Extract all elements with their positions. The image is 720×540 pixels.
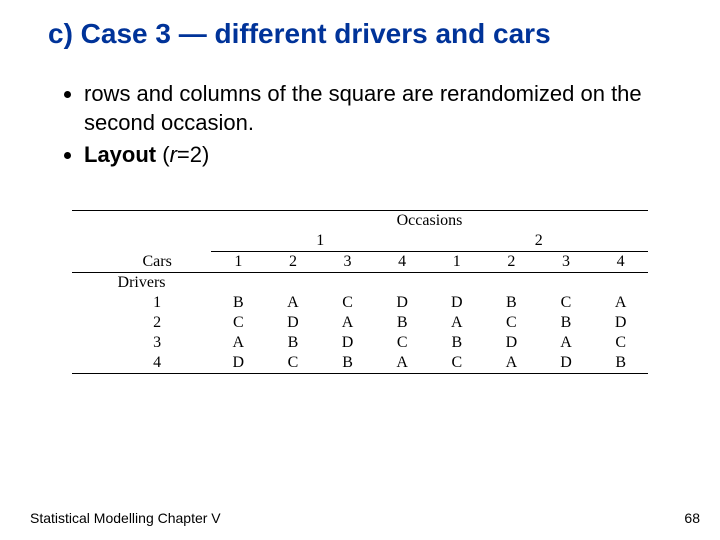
occasions-header: Occasions: [211, 211, 648, 232]
layout-paren-open: (: [156, 142, 169, 167]
slide-title: c) Case 3 — different drivers and cars: [48, 18, 700, 50]
driver-id: 3: [103, 333, 211, 353]
bullet-list: rows and columns of the square are reran…: [60, 80, 680, 174]
layout-eq: =2): [177, 142, 209, 167]
cars-label: Cars: [103, 252, 211, 273]
car-col: 1: [211, 252, 266, 273]
driver-id: 1: [103, 293, 211, 313]
car-col: 4: [375, 252, 430, 273]
car-col: 2: [266, 252, 321, 273]
footer-left: Statistical Modelling Chapter V: [30, 510, 221, 526]
occasion-2: 2: [429, 231, 648, 252]
layout-var: r: [170, 142, 177, 167]
car-col: 1: [429, 252, 484, 273]
drivers-label: Drivers: [72, 273, 211, 294]
car-col: 4: [593, 252, 648, 273]
page-number: 68: [684, 510, 700, 526]
car-col: 3: [539, 252, 594, 273]
bullet-item-1: rows and columns of the square are reran…: [84, 80, 680, 137]
occasion-1: 1: [211, 231, 429, 252]
car-col: 2: [484, 252, 539, 273]
layout-table: Occasions 1 2 Cars 1 2 3 4 1 2 3 4 Drive…: [72, 210, 648, 374]
bullet-item-2: Layout (r=2): [84, 141, 680, 170]
table-row: 4 D C B A C A D B: [72, 353, 648, 374]
driver-id: 4: [103, 353, 211, 374]
table-row: 3 A B D C B D A C: [72, 333, 648, 353]
layout-word: Layout: [84, 142, 156, 167]
table-row: 1 B A C D D B C A: [72, 293, 648, 313]
driver-id: 2: [103, 313, 211, 333]
table-row: 2 C D A B A C B D: [72, 313, 648, 333]
car-col: 3: [320, 252, 375, 273]
